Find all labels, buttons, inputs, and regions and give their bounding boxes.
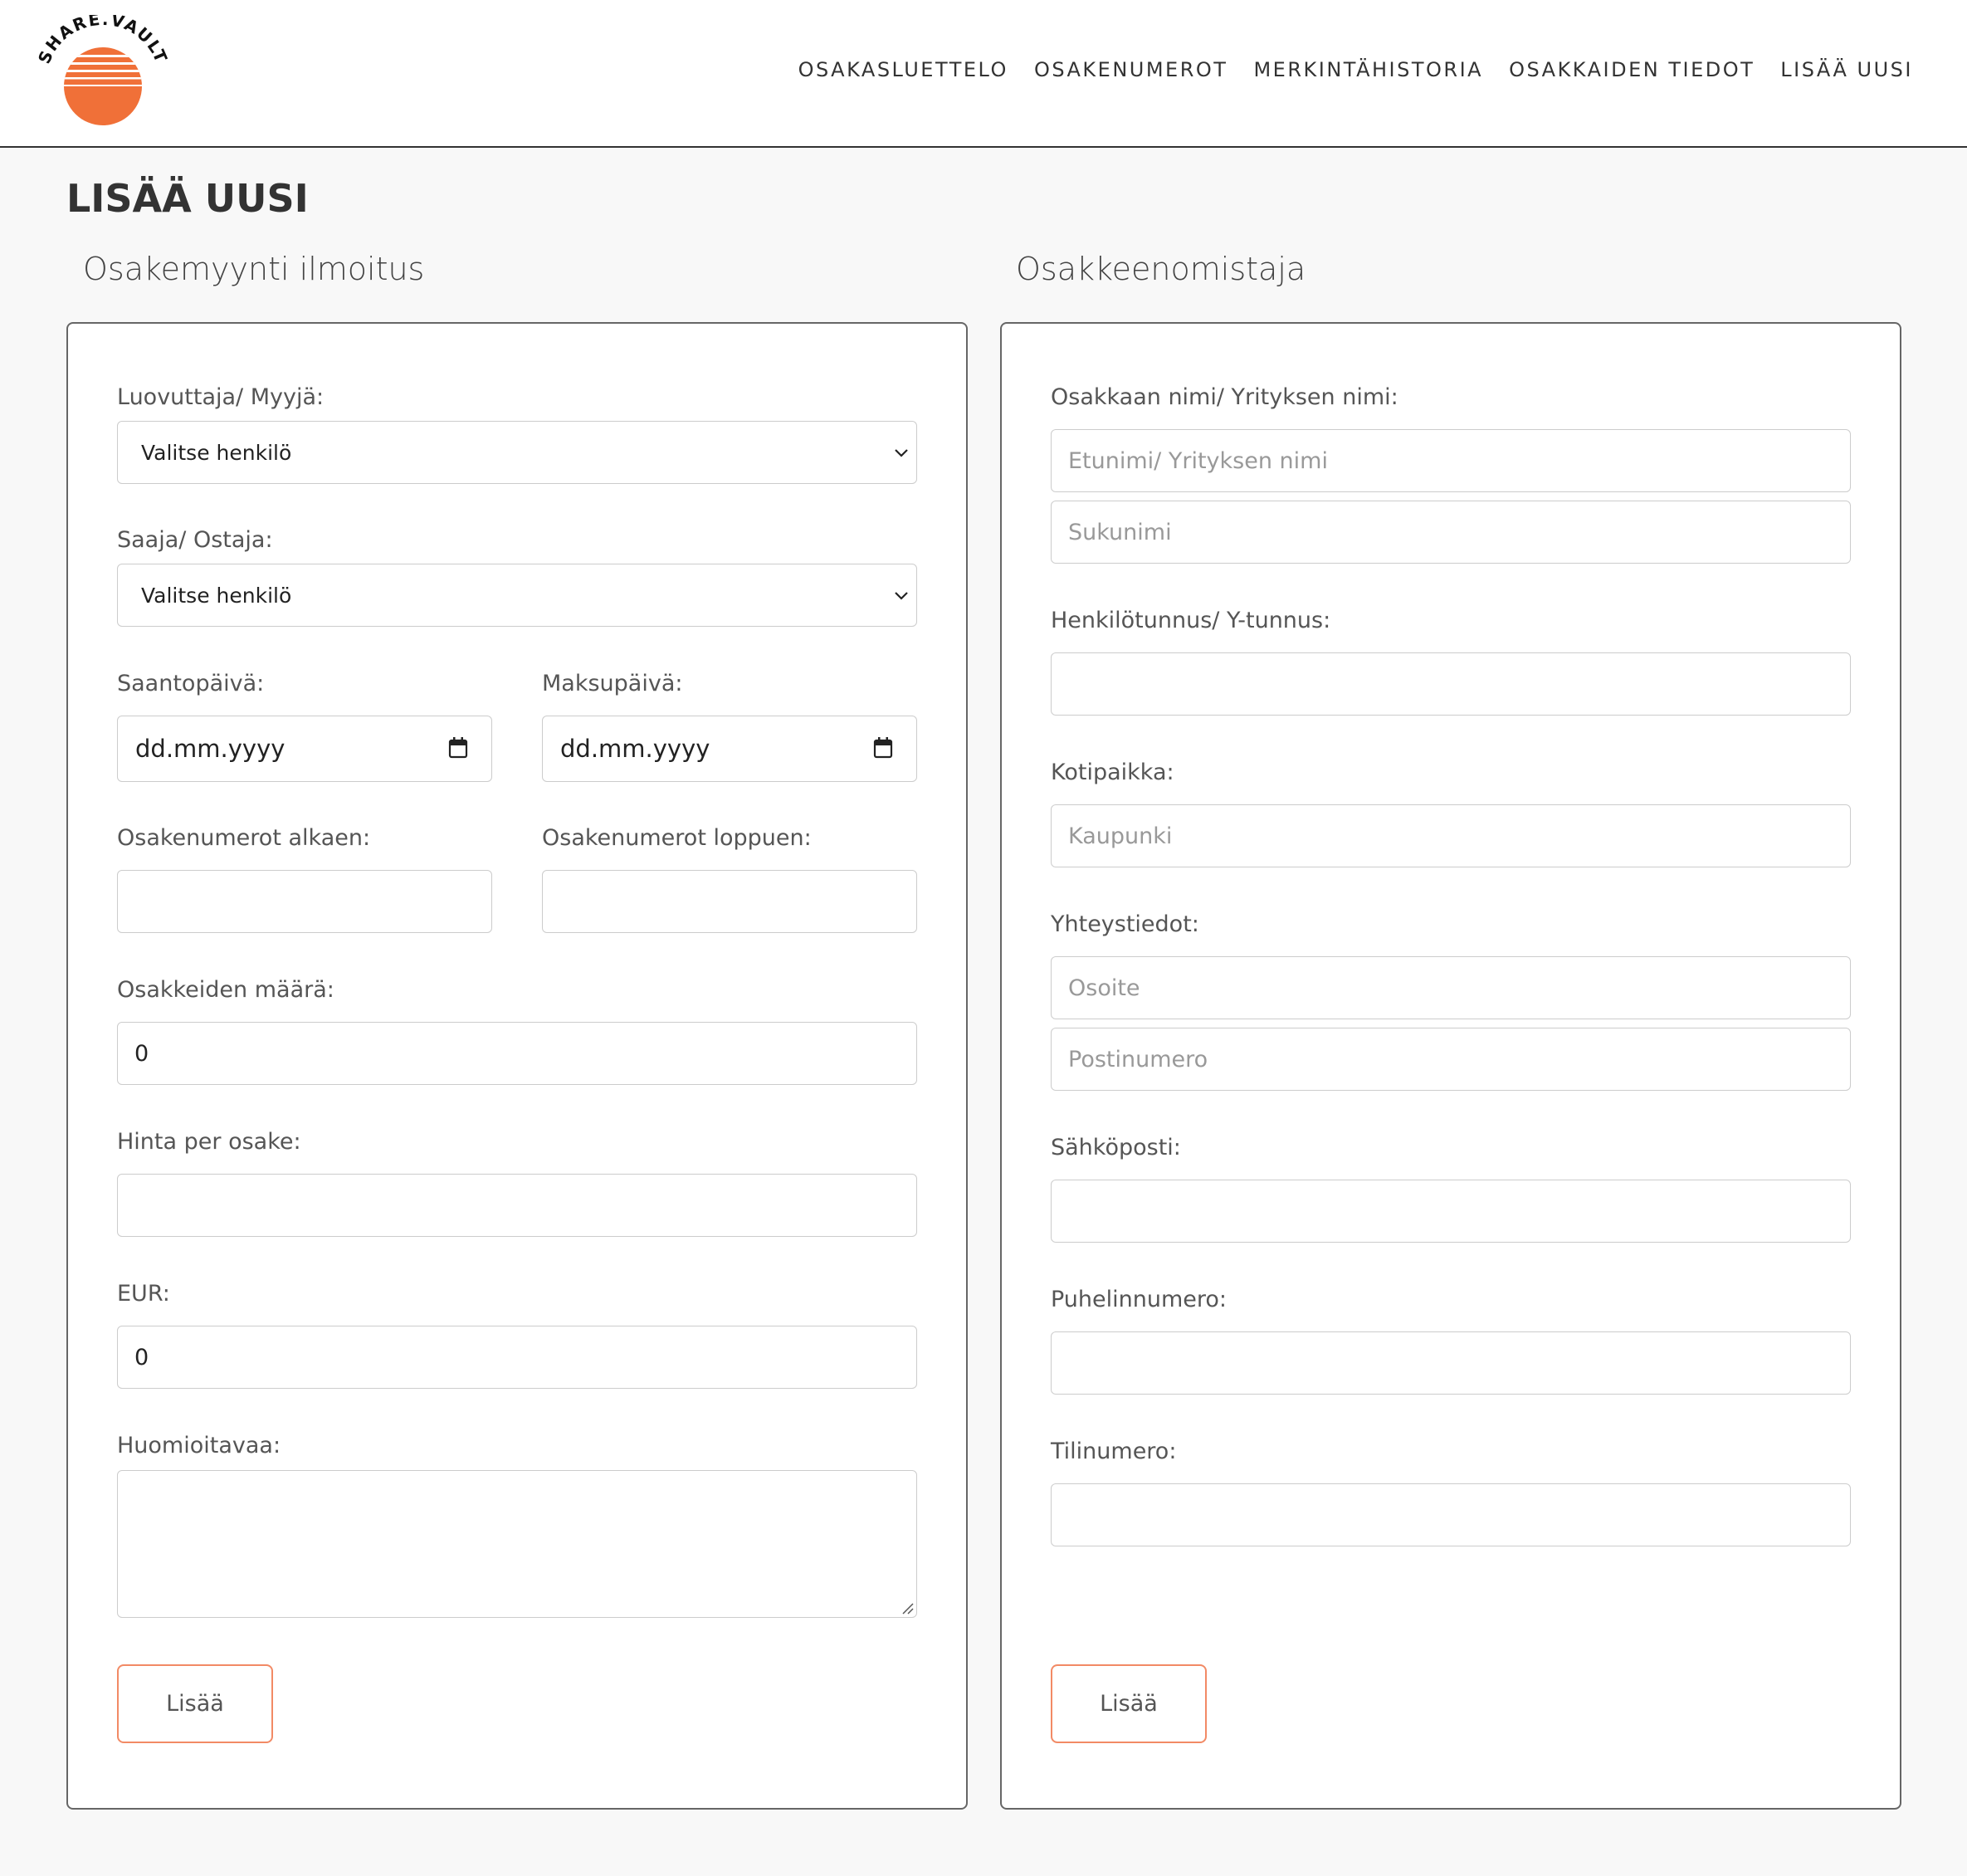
acquisition-date-input[interactable] bbox=[117, 716, 492, 782]
buyer-select[interactable]: Valitse henkilö bbox=[117, 564, 917, 627]
share-vault-logo[interactable]: SHARE.VAULT bbox=[35, 15, 173, 128]
share-end-label: Osakenumerot loppuen: bbox=[542, 825, 812, 851]
buyer-label: Saaja/ Ostaja: bbox=[117, 527, 273, 553]
name-label: Osakkaan nimi/ Yrityksen nimi: bbox=[1051, 384, 1398, 410]
first-name-input[interactable] bbox=[1051, 429, 1851, 492]
notes-label: Huomioitavaa: bbox=[117, 1433, 281, 1458]
site-header: SHARE.VAULT OSAKASLUETTELO OSAKENUMEROT … bbox=[0, 0, 1967, 148]
phone-input[interactable] bbox=[1051, 1331, 1851, 1395]
email-label: Sähköposti: bbox=[1051, 1135, 1181, 1160]
domicile-label: Kotipaikka: bbox=[1051, 760, 1174, 785]
price-input[interactable] bbox=[117, 1174, 917, 1237]
contact-label: Yhteystiedot: bbox=[1051, 911, 1199, 937]
payment-date-label: Maksupäivä: bbox=[542, 671, 683, 696]
owner-form-card: Osakkaan nimi/ Yrityksen nimi: Henkilötu… bbox=[1000, 322, 1901, 1810]
email-input[interactable] bbox=[1051, 1180, 1851, 1243]
resize-grip-icon[interactable] bbox=[901, 1601, 914, 1615]
nav-osakkaiden-tiedot[interactable]: OSAKKAIDEN TIEDOT bbox=[1509, 58, 1755, 81]
share-count-label: Osakkeiden määrä: bbox=[117, 977, 334, 1003]
address-input[interactable] bbox=[1051, 956, 1851, 1019]
eur-input[interactable] bbox=[117, 1326, 917, 1389]
account-input[interactable] bbox=[1051, 1483, 1851, 1546]
id-label: Henkilötunnus/ Y-tunnus: bbox=[1051, 608, 1331, 633]
nav-osakenumerot[interactable]: OSAKENUMEROT bbox=[1034, 58, 1228, 81]
phone-label: Puhelinnumero: bbox=[1051, 1287, 1228, 1312]
share-count-input[interactable] bbox=[117, 1022, 917, 1085]
nav-osakasluettelo[interactable]: OSAKASLUETTELO bbox=[798, 58, 1008, 81]
share-start-input[interactable] bbox=[117, 870, 492, 933]
share-end-input[interactable] bbox=[542, 870, 917, 933]
price-label: Hinta per osake: bbox=[117, 1129, 301, 1155]
id-input[interactable] bbox=[1051, 652, 1851, 716]
seller-select[interactable]: Valitse henkilö bbox=[117, 421, 917, 484]
owner-form-title: Osakkeenomistaja bbox=[1016, 251, 1306, 287]
nav-lisaa-uusi[interactable]: LISÄÄ UUSI bbox=[1780, 58, 1913, 81]
payment-date-input[interactable] bbox=[542, 716, 917, 782]
sale-form-card: Luovuttaja/ Myyjä: Valitse henkilö Saaja… bbox=[66, 322, 968, 1810]
eur-label: EUR: bbox=[117, 1281, 170, 1307]
share-start-label: Osakenumerot alkaen: bbox=[117, 825, 371, 851]
acquisition-date-label: Saantopäivä: bbox=[117, 671, 265, 696]
main-nav: OSAKASLUETTELO OSAKENUMEROT MERKINTÄHIST… bbox=[798, 58, 1913, 81]
calendar-icon[interactable] bbox=[448, 737, 468, 759]
page-title: LISÄÄ UUSI bbox=[66, 176, 309, 221]
postal-code-input[interactable] bbox=[1051, 1028, 1851, 1091]
owner-submit-button[interactable]: Lisää bbox=[1051, 1664, 1207, 1743]
account-label: Tilinumero: bbox=[1051, 1439, 1177, 1464]
sale-submit-button[interactable]: Lisää bbox=[117, 1664, 273, 1743]
last-name-input[interactable] bbox=[1051, 501, 1851, 564]
notes-textarea[interactable] bbox=[117, 1470, 917, 1618]
calendar-icon[interactable] bbox=[873, 737, 893, 759]
sale-form-title: Osakemyynti ilmoitus bbox=[83, 251, 425, 287]
seller-label: Luovuttaja/ Myyjä: bbox=[117, 384, 325, 410]
domicile-input[interactable] bbox=[1051, 804, 1851, 867]
nav-merkintahistoria[interactable]: MERKINTÄHISTORIA bbox=[1253, 58, 1483, 81]
